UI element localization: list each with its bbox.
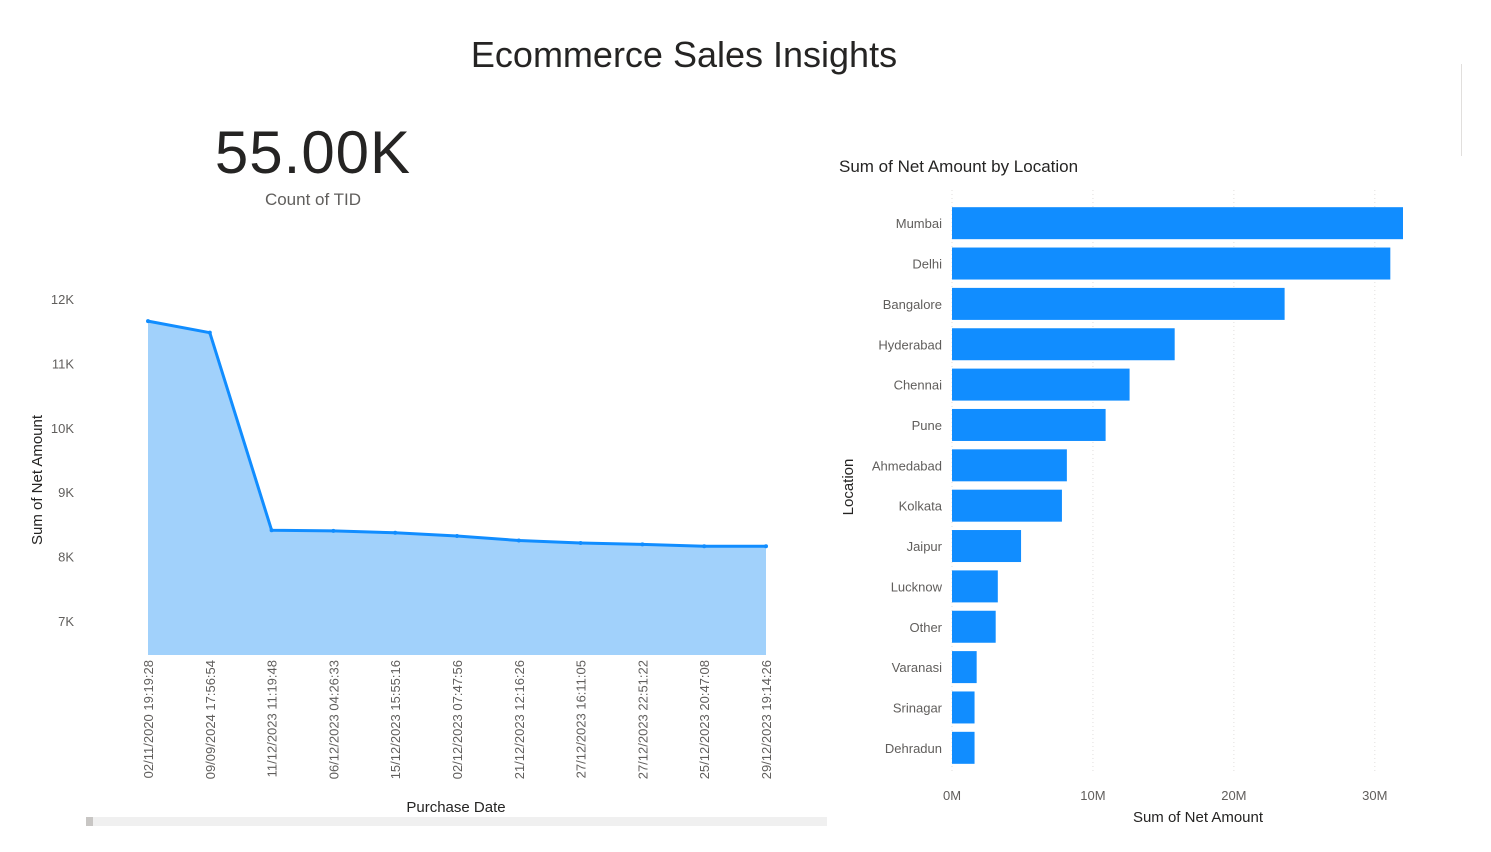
category-label: Lucknow [891,579,943,594]
category-label: Bangalore [883,297,942,312]
y-axis-title: Location [840,459,857,516]
data-point [393,530,398,535]
category-label: Kolkata [899,499,943,514]
bar-chart-title: Sum of Net Amount by Location [839,157,1079,176]
x-tick-label: 21/12/2023 12:16:26 [512,660,527,779]
x-tick-label: 29/12/2023 19:14:26 [759,660,774,779]
data-point [702,544,707,549]
visual-divider [1461,64,1462,156]
bar [952,247,1391,280]
y-tick-label: 10K [51,421,74,436]
y-tick-label: 11K [52,357,74,372]
data-point [516,538,521,543]
category-label: Delhi [912,257,942,272]
x-tick-label: 02/12/2023 07:47:56 [450,660,465,779]
category-label: Hyderabad [878,337,942,352]
bar [952,408,1106,441]
x-tick-label: 20M [1221,788,1246,803]
x-tick-label: 25/12/2023 20:47:08 [697,660,712,779]
y-tick-label: 9K [58,485,74,500]
x-tick-label: 02/11/2020 19:19:28 [141,660,156,778]
category-label: Pune [912,418,942,433]
data-point [269,528,274,533]
bar [952,287,1285,320]
area-chart[interactable]: 12K 11K 10K 9K 8K 7K 02/11/2020 19:19:28 09/09/… [0,0,840,852]
y-tick-label: 7K [58,614,74,629]
x-tick-label: 27/12/2023 16:11:05 [574,660,589,778]
data-point [455,533,459,538]
area-fill [148,321,766,655]
x-tick-label: 30M [1362,788,1387,803]
category-label: Ahmedabad [872,458,942,473]
y-tick-label: 8K [58,550,74,565]
category-label: Other [909,620,942,635]
data-point [207,330,212,335]
x-tick-label: 15/12/2023 15:55:16 [388,660,403,779]
data-point [764,544,768,549]
x-tick-label: 10M [1080,788,1105,803]
bar [952,489,1062,522]
data-point [578,541,583,546]
bar [952,530,1022,563]
bar [952,691,975,724]
x-tick-label: 06/12/2023 04:26:33 [326,660,341,779]
category-label: Chennai [894,378,943,393]
x-tick-label: 09/09/2024 17:56:54 [203,660,218,779]
x-tick-label: 0M [943,788,961,803]
bar [952,449,1067,482]
x-tick-label: 27/12/2023 22:51:22 [635,660,650,779]
x-axis-title: Purchase Date [406,799,505,816]
x-tick-label: 11/12/2023 11:19:48 [265,660,280,777]
category-label: Dehradun [885,741,942,756]
area-chart-scrollbar[interactable] [86,817,827,826]
category-label: Srinagar [893,700,943,715]
bar [952,328,1175,361]
data-point [640,542,645,547]
data-point [146,319,150,324]
x-axis-title: Sum of Net Amount [1133,809,1264,826]
bar [952,610,996,643]
bar [952,651,977,684]
category-label: Jaipur [907,539,943,554]
category-label: Mumbai [896,216,942,231]
bar [952,731,975,764]
bar [952,368,1130,401]
scrollbar-thumb[interactable] [86,817,93,826]
y-tick-label: 12K [51,292,74,307]
y-axis-title: Sum of Net Amount [29,414,46,545]
category-label: Varanasi [892,660,942,675]
data-point [331,528,336,533]
bar [952,570,998,603]
bar [952,207,1403,240]
